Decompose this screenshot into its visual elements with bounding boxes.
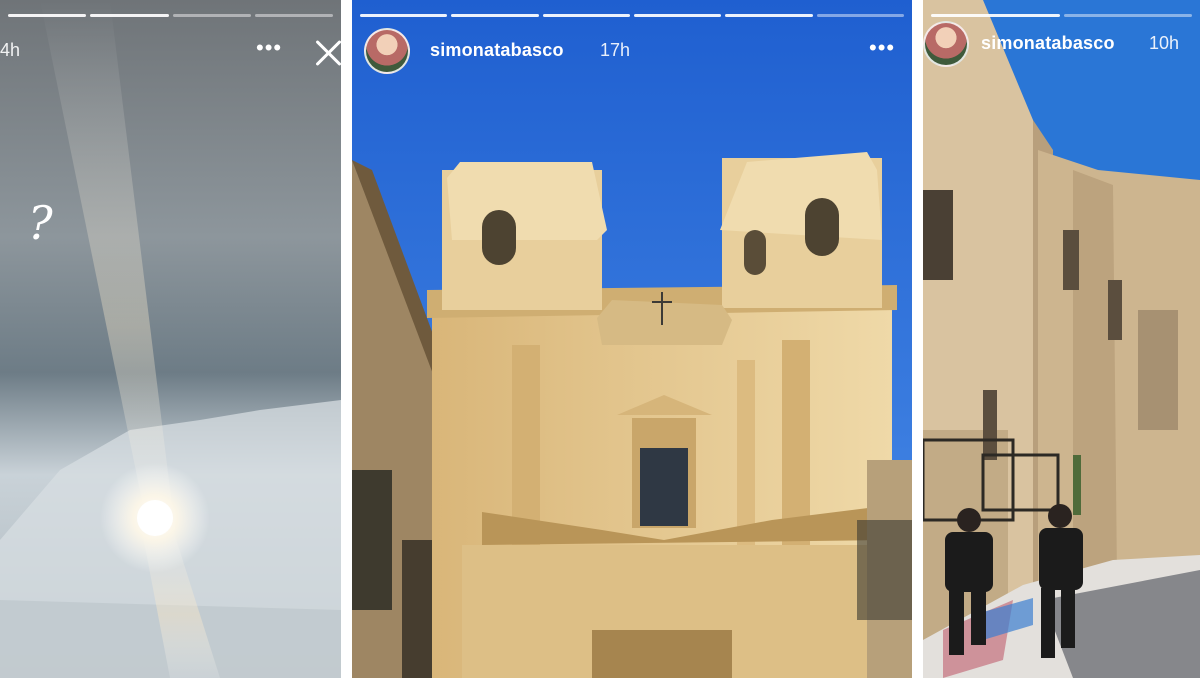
progress-segment: [254, 14, 333, 17]
story-progress: [923, 14, 1200, 17]
progress-segment: [451, 14, 539, 17]
progress-segment: [1063, 14, 1192, 17]
story-time: 4h: [0, 40, 21, 60]
username[interactable]: simonatabasco: [981, 33, 1115, 54]
username[interactable]: simonatabasco: [430, 40, 564, 61]
avatar[interactable]: [364, 28, 410, 74]
progress-segment: [931, 14, 1060, 17]
progress-segment: [8, 14, 87, 17]
more-options-icon[interactable]: •••: [256, 37, 282, 59]
story-progress: [0, 14, 341, 17]
avatar[interactable]: [923, 21, 969, 67]
story-panel-middle[interactable]: simonatabasco 17h •••: [352, 0, 912, 678]
street-photo: [923, 0, 1200, 678]
progress-segment: [542, 14, 630, 17]
story-time: 10h: [1149, 33, 1180, 53]
progress-segment: [816, 14, 904, 17]
story-time: 17h: [600, 40, 631, 60]
progress-segment: [633, 14, 722, 17]
story-panel-right[interactable]: simonatabasco 10h: [923, 0, 1200, 678]
progress-segment: [360, 14, 448, 17]
progress-segment: [172, 14, 251, 17]
divider-left: [341, 0, 352, 678]
close-icon[interactable]: [311, 36, 341, 70]
more-options-icon[interactable]: •••: [869, 37, 895, 59]
sky-photo: [0, 0, 341, 678]
story-panel-left[interactable]: 4h ••• ?: [0, 0, 341, 678]
church-photo: [352, 0, 912, 678]
divider-right: [912, 0, 923, 678]
story-header: 4h •••: [0, 26, 341, 76]
progress-segment: [90, 14, 169, 17]
progress-segment: [725, 14, 813, 17]
story-header: simonatabasco 17h •••: [352, 26, 912, 76]
story-header: simonatabasco 10h: [923, 19, 1200, 69]
story-progress: [352, 14, 912, 17]
question-mark-sticker: ?: [28, 196, 53, 250]
